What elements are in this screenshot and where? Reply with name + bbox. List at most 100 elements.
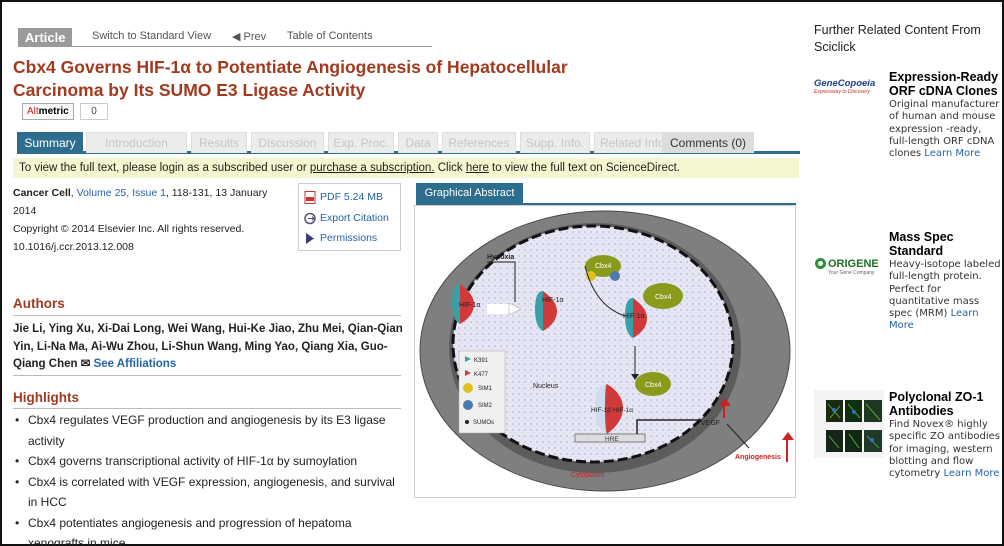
notice-text-2: Click (434, 162, 466, 174)
ad-title[interactable]: Mass Spec Standard (889, 230, 1001, 258)
article-topbar: Article Switch to Standard View ◀ Prev T… (18, 28, 432, 47)
legend-k391: K391 (474, 358, 489, 364)
ad-desc: Original manufacturer of human and mouse… (889, 99, 1001, 160)
export-icon (304, 212, 316, 224)
graphical-abstract-figure[interactable]: HIF-1α Hypoxia HIF-1α Cbx4 Cbx4 HIF-1α C… (414, 205, 796, 498)
authors-bottom-divider (13, 375, 401, 376)
permissions-label: Permissions (320, 232, 378, 244)
vegf-up-stem (723, 406, 725, 418)
ad-text: Expression-Ready ORF cDNA Clones Origina… (889, 70, 1001, 160)
angio-up-icon (782, 432, 794, 440)
origene-logo-text: ORIGENE (828, 257, 879, 270)
tab-summary[interactable]: Summary (17, 132, 83, 153)
article-label: Article (18, 28, 73, 47)
purchase-subscription-link[interactable]: purchase a subscription. (310, 162, 435, 174)
export-citation-label: Export Citation (320, 212, 389, 224)
altmetric-logo[interactable]: Altmetric (22, 103, 74, 120)
ad-text: Mass Spec Standard Heavy-isotope labeled… (889, 230, 1001, 333)
sidebar-heading: Further Related Content From Sciclick (814, 23, 981, 54)
prev-label: Prev (243, 31, 267, 43)
altmetric-logo-b: metric (38, 106, 69, 117)
nucleus-label: Nucleus (533, 383, 559, 390)
origene-logo[interactable]: ORIGENE Your Gene Company (814, 257, 884, 276)
pdf-icon (304, 190, 316, 204)
cbx4-label-3: Cbx4 (645, 382, 661, 389)
hif-beta-label: HIF-1β (591, 407, 611, 414)
pdf-link[interactable]: PDF 5.24 MB (304, 190, 383, 204)
prev-arrow-icon: ◀ (232, 31, 241, 43)
highlights-heading: Highlights (13, 390, 79, 405)
pdf-label: PDF 5.24 MB (320, 191, 384, 203)
article-tabs: Summary Introduction Results Discussion … (17, 132, 800, 154)
see-affiliations-link[interactable]: See Affiliations (94, 358, 177, 370)
sciencedirect-here-link[interactable]: here (466, 162, 489, 174)
genecopoeia-logo-sub: Expressway to Discovery (814, 89, 870, 95)
cbx4-label-1: Cbx4 (595, 263, 611, 270)
highlight-item: Cbx4 is correlated with VEGF expression,… (13, 472, 403, 513)
notice-text-1: To view the full text, please login as a… (19, 162, 310, 174)
ad-text: Polyclonal ZO-1 Antibodies Find Novex® h… (889, 390, 1001, 480)
citation-block: Cancer Cell, Volume 25, Issue 1, 118-131… (13, 187, 268, 253)
altmetric-count: 0 (80, 103, 108, 120)
hre-label: HRE (605, 436, 619, 443)
copyright-text: Copyright © 2014 Elsevier Inc. All right… (13, 223, 245, 235)
sim2-dot-1 (610, 271, 620, 281)
subscription-notice: To view the full text, please login as a… (13, 158, 799, 178)
doi-text: 10.1016/j.ccr.2013.12.008 (13, 241, 134, 253)
sumo-marker (465, 420, 469, 424)
toc-link[interactable]: Table of Contents (287, 30, 373, 42)
volume-issue-link[interactable]: Volume 25, Issue 1 (77, 187, 166, 199)
highlight-item: Cbx4 potentiates angiogenesis and progre… (13, 513, 403, 546)
hypoxia-label: Hypoxia (487, 254, 514, 261)
sim1-marker (463, 383, 473, 393)
permissions-link[interactable]: Permissions (304, 231, 377, 245)
origene-logo-row: ORIGENE (814, 257, 884, 270)
tab-discussion[interactable]: Discussion (251, 132, 324, 153)
tab-supp-info[interactable]: Supp. Info. (520, 132, 590, 153)
ad-desc: Heavy-isotope labeled full-length protei… (889, 259, 1001, 333)
export-citation-link[interactable]: Export Citation (304, 211, 389, 225)
authors-list: Jie Li, Ying Xu, Xi-Dai Long, Wei Wang, … (13, 321, 403, 374)
angiogenesis-label: Angiogenesis (735, 454, 781, 461)
tab-results[interactable]: Results (191, 132, 247, 153)
graphical-abstract-svg: HIF-1α Hypoxia HIF-1α Cbx4 Cbx4 HIF-1α C… (419, 210, 794, 492)
pdf-tools-box: PDF 5.24 MB Export Citation Permissions (298, 183, 401, 251)
altmetric-logo-a: Alt (27, 106, 39, 117)
authors-divider (13, 315, 401, 316)
journal-name: Cancer Cell (13, 187, 71, 199)
author-names[interactable]: Jie Li, Ying Xu, Xi-Dai Long, Wei Wang, … (13, 323, 403, 370)
hif-bottom-label: HIF-1α (613, 407, 633, 414)
highlights-divider (13, 408, 401, 409)
highlights-list: Cbx4 regulates VEGF production and angio… (13, 410, 403, 546)
genecopoeia-logo[interactable]: GeneCopoeia Expressway to Discovery (814, 78, 884, 95)
hif-center-label: HIF-1α (542, 297, 564, 304)
tab-references[interactable]: References (442, 132, 516, 153)
ad-title[interactable]: Polyclonal ZO-1 Antibodies (889, 390, 1001, 418)
learn-more-link[interactable]: Learn More (924, 148, 980, 159)
legend-sim1: SIM1 (478, 386, 493, 392)
ad-title[interactable]: Expression-Ready ORF cDNA Clones (889, 70, 1001, 98)
tab-comments[interactable]: Comments (0) (662, 132, 754, 153)
graphical-abstract-tab[interactable]: Graphical Abstract (416, 183, 523, 204)
legend-sumos: SUMOs (473, 420, 494, 426)
cytoplasm-label: Cytoplasm (571, 472, 604, 479)
origene-logo-sub: Your Gene Company (828, 270, 875, 276)
switch-view-link[interactable]: Switch to Standard View (92, 30, 211, 42)
legend-k477: K477 (474, 372, 489, 378)
tab-data[interactable]: Data (398, 132, 438, 153)
permissions-icon (306, 232, 314, 244)
tab-exp-proc[interactable]: Exp. Proc. (328, 132, 394, 153)
prev-link[interactable]: ◀ Prev (232, 30, 266, 43)
cbx4-label-2: Cbx4 (655, 294, 671, 301)
altmetric-widget[interactable]: Altmetric 0 (22, 103, 109, 120)
article-title: Cbx4 Governs HIF-1α to Potentiate Angiog… (13, 57, 568, 100)
zo1-antibody-image[interactable] (814, 390, 884, 458)
tab-introduction[interactable]: Introduction (86, 132, 187, 153)
ad-desc: Find Novex® highly specific ZO antibodie… (889, 419, 1001, 480)
legend-sim2: SIM2 (478, 403, 493, 409)
mail-icon[interactable]: ✉ (81, 358, 91, 370)
hif-right-label: HIF-1α (623, 313, 645, 320)
hif-left-label: HIF-1α (459, 302, 481, 309)
highlight-item: Cbx4 regulates VEGF production and angio… (13, 410, 403, 451)
learn-more-link[interactable]: Learn More (944, 468, 1000, 479)
